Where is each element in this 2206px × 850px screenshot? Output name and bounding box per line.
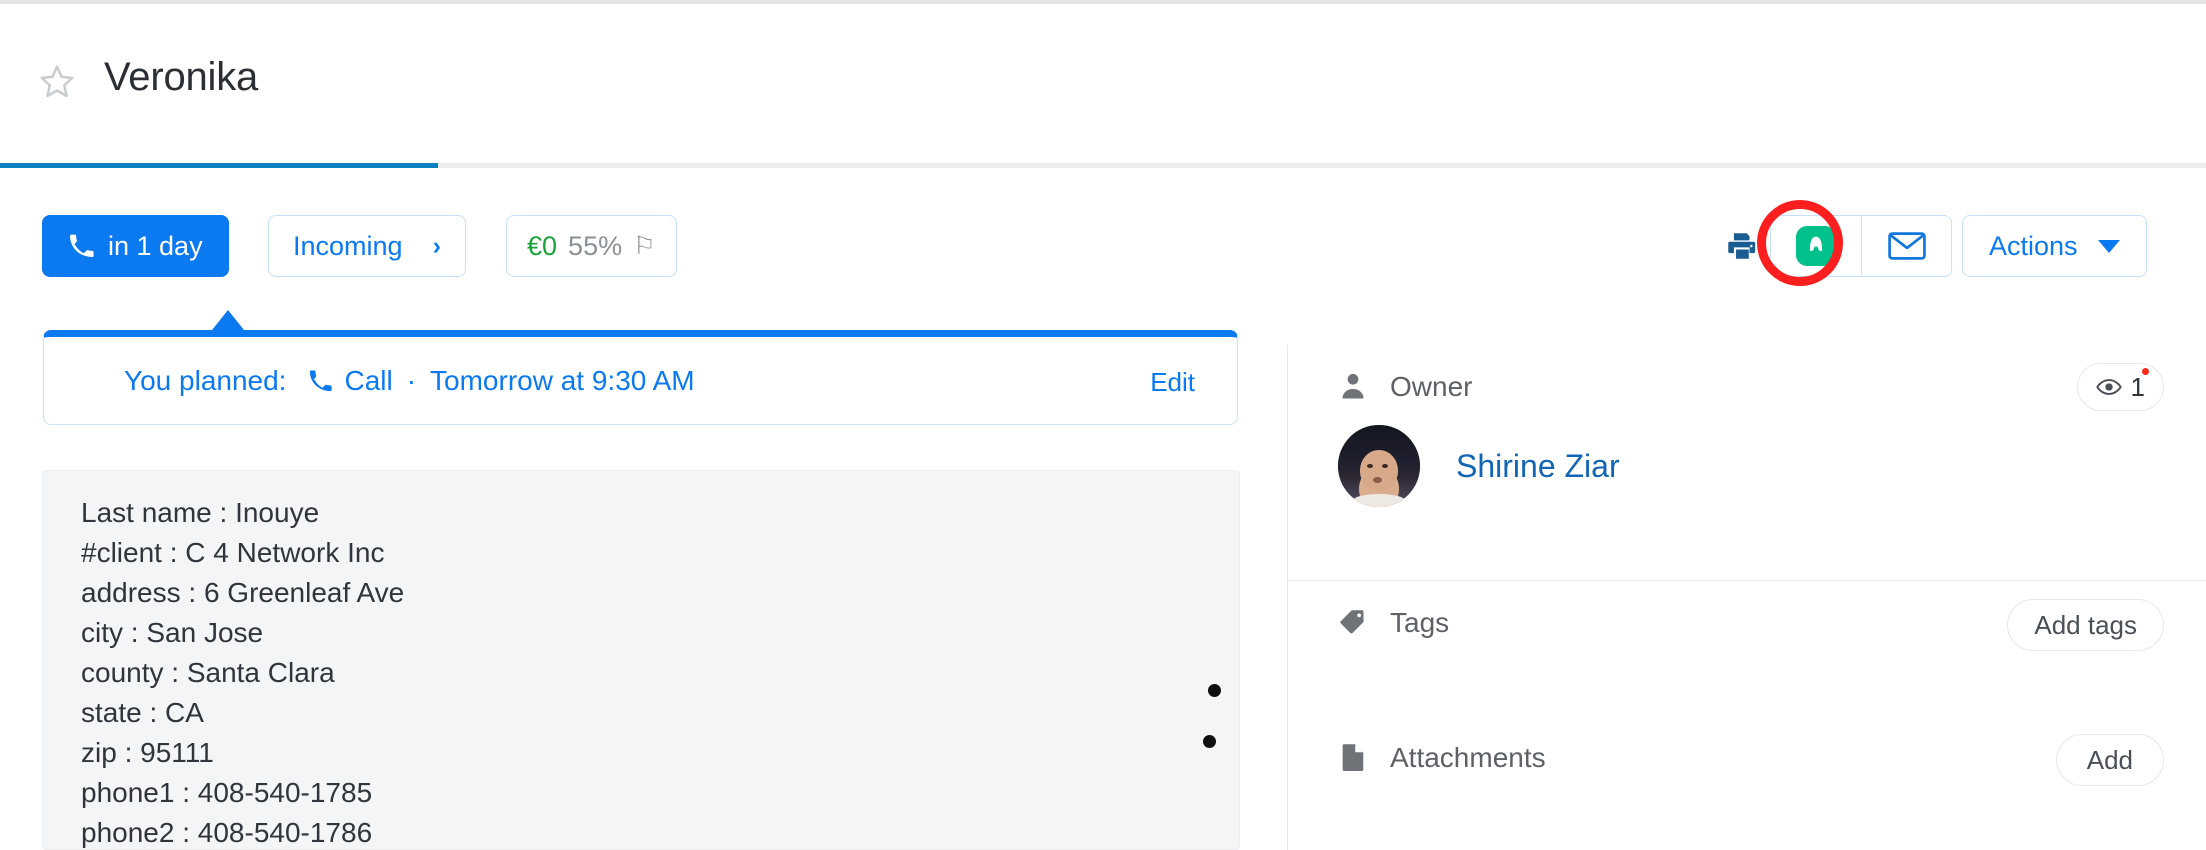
owner-name[interactable]: Shirine Ziar [1456, 448, 1620, 485]
add-attachment-button[interactable]: Add [2056, 734, 2164, 786]
planned-activity-banner: You planned: Call · Tomorrow at 9:30 AM … [43, 330, 1238, 425]
planned-activity-text: You planned: Call · Tomorrow at 9:30 AM [124, 365, 695, 397]
notes-line: zip : 95111 [81, 733, 404, 773]
owner-row[interactable]: Shirine Ziar [1338, 425, 1620, 507]
notes-line: city : San Jose [81, 613, 404, 653]
page-title: Veronika [104, 55, 258, 100]
sidebar-section-owner: Owner 1 Shirine Ziar [1288, 345, 2206, 580]
email-button[interactable] [1861, 216, 1951, 275]
actions-label: Actions [1989, 231, 2078, 262]
aircall-button[interactable] [1771, 216, 1861, 275]
call-direction-label: Incoming [293, 231, 403, 262]
watchers-count: 1 [2131, 372, 2145, 403]
deal-value-button[interactable]: €0 55% ⚐ [506, 215, 677, 277]
app-root: Veronika in 1 day Incoming › €0 55% ⚐ [0, 0, 2206, 850]
tag-icon [1338, 607, 1368, 639]
call-due-button[interactable]: in 1 day [42, 215, 229, 277]
call-direction-button[interactable]: Incoming › [268, 215, 466, 277]
sidebar-section-tags: Tags Add tags [1288, 581, 2206, 716]
notes-panel[interactable]: Last name : Inouye #client : C 4 Network… [42, 470, 1240, 850]
deal-probability: 55% [568, 231, 622, 262]
tags-section-header: Tags [1338, 607, 1449, 639]
bullet-marker [1203, 735, 1216, 748]
envelope-icon [1888, 231, 1926, 261]
attachments-section-header: Attachments [1338, 742, 1546, 774]
chevron-right-icon: › [433, 234, 441, 259]
tags-section-label: Tags [1390, 607, 1449, 639]
owner-section-header: Owner [1338, 371, 1472, 403]
avatar [1338, 425, 1420, 507]
caret-down-icon [2098, 240, 2120, 253]
planned-activity-type: Call [344, 365, 392, 397]
owner-section-label: Owner [1390, 371, 1472, 403]
deal-amount: €0 [527, 231, 557, 262]
notes-line: county : Santa Clara [81, 653, 404, 693]
watchers-badge[interactable]: 1 [2077, 363, 2164, 411]
person-icon [1338, 371, 1368, 403]
action-bar: in 1 day Incoming › €0 55% ⚐ [0, 215, 2206, 291]
document-icon [1338, 742, 1368, 774]
integration-button-group [1770, 215, 1952, 277]
bullet-marker [1208, 684, 1221, 697]
planned-prefix: You planned: [124, 365, 286, 397]
notes-content: Last name : Inouye #client : C 4 Network… [81, 493, 404, 850]
flag-icon: ⚐ [633, 231, 655, 261]
sidebar-section-attachments: Attachments Add [1288, 716, 2206, 850]
planned-separator: · [407, 365, 416, 397]
print-icon[interactable] [1724, 229, 1758, 263]
add-tags-button[interactable]: Add tags [2007, 599, 2164, 651]
planned-edit-link[interactable]: Edit [1150, 367, 1195, 398]
planned-banner-arrow [212, 310, 244, 330]
notes-line: state : CA [81, 693, 404, 733]
tab-underline-active [0, 163, 438, 168]
notes-line: phone2 : 408-540-1786 [81, 813, 404, 850]
planned-datetime: Tomorrow at 9:30 AM [430, 365, 695, 397]
aircall-icon [1796, 226, 1836, 266]
notes-line: #client : C 4 Network Inc [81, 533, 404, 573]
phone-icon [68, 233, 94, 259]
record-header: Veronika [0, 4, 2206, 164]
notes-line: Last name : Inouye [81, 493, 404, 533]
eye-icon [2096, 377, 2122, 397]
phone-icon [308, 369, 332, 393]
favorite-star-icon[interactable] [38, 62, 76, 100]
notes-line: address : 6 Greenleaf Ave [81, 573, 404, 613]
notes-line: phone1 : 408-540-1785 [81, 773, 404, 813]
attachments-section-label: Attachments [1390, 742, 1546, 774]
call-due-label: in 1 day [108, 231, 203, 262]
actions-button[interactable]: Actions [1962, 215, 2147, 277]
